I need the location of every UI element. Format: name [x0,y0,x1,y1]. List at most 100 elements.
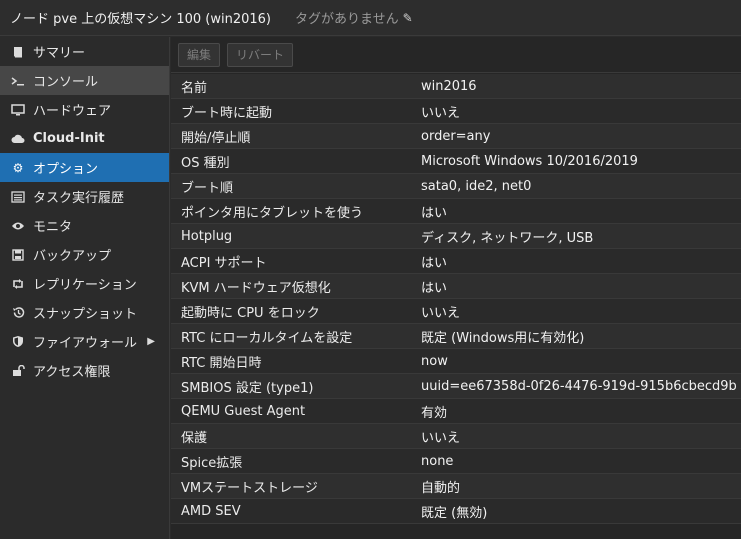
option-value: はい [421,255,448,271]
option-value: sata0, ide2, net0 [421,178,532,194]
toolbar: 編集 リバート [171,37,741,73]
option-row-kvm[interactable]: KVM ハードウェア仮想化 はい [171,274,741,299]
sidebar-item-label: Cloud-Init [33,131,105,146]
option-row-tablet[interactable]: ポインタ用にタブレットを使う はい [171,199,741,224]
chevron-right-icon[interactable]: ▶ [147,336,155,347]
option-row-ostype[interactable]: OS 種別 Microsoft Windows 10/2016/2019 [171,149,741,174]
gear-icon: ⚙ [12,160,24,175]
option-key: AMD SEV [181,503,241,519]
option-key: OS 種別 [181,155,230,171]
option-key: 開始/停止順 [181,130,251,146]
option-key: KVM ハードウェア仮想化 [181,280,331,296]
monitor-icon [10,103,26,116]
option-value: 既定 (Windows用に有効化) [421,330,585,346]
option-value: ディスク, ネットワーク, USB [421,230,594,246]
sidebar-item-replication[interactable]: レプリケーション [0,269,169,298]
sidebar-item-label: オプション [33,162,99,177]
option-row-startdate[interactable]: RTC 開始日時 now [171,349,741,374]
edit-button[interactable]: 編集 [178,42,221,67]
option-value: order=any [421,128,491,144]
option-row-freeze[interactable]: 起動時に CPU をロック いいえ [171,299,741,324]
pencil-icon[interactable]: ✎ [403,11,413,25]
option-key: Hotplug [181,228,233,244]
option-value: はい [421,205,448,221]
option-value: 有効 [421,405,448,421]
sidebar-item-task-history[interactable]: タスク実行履歴 [0,182,169,211]
sidebar-item-label: スナップショット [33,307,138,322]
sidebar-item-firewall[interactable]: ファイアウォール ▶ [0,327,169,356]
option-value: はい [421,280,448,296]
option-key: Spice拡張 [181,455,243,471]
option-value: now [421,353,448,369]
sidebar-item-label: ハードウェア [33,104,112,119]
option-row-protection[interactable]: 保護 いいえ [171,424,741,449]
sidebar-item-label: サマリー [33,46,86,61]
option-row-vmstate[interactable]: VMステートストレージ 自動的 [171,474,741,499]
sidebar-item-label: モニタ [33,220,73,235]
list-icon [10,190,26,203]
option-key: 起動時に CPU をロック [181,305,320,321]
option-key: QEMU Guest Agent [181,403,306,419]
option-key: SMBIOS 設定 (type1) [181,380,314,396]
option-value: uuid=ee67358d-0f26-4476-919d-915b6cbecd9… [421,378,737,394]
option-value: 既定 (無効) [421,505,488,521]
option-key: VMステートストレージ [181,480,318,496]
sidebar-item-monitor[interactable]: モニタ [0,211,169,240]
option-value: いいえ [421,430,461,446]
option-row-acpi[interactable]: ACPI サポート はい [171,249,741,274]
terminal-icon [10,75,26,87]
sidebar-item-label: アクセス権限 [33,365,111,380]
title-bar: ノード pve 上の仮想マシン 100 (win2016) タグがありません ✎ [0,0,741,36]
sidebar: サマリー コンソール ハードウェア Cloud-Init ⚙ オプション タスク… [0,37,170,539]
sidebar-item-label: タスク実行履歴 [33,191,125,206]
sidebar-item-hardware[interactable]: ハードウェア [0,95,169,124]
book-icon [10,46,26,58]
page-title: ノード pve 上の仮想マシン 100 (win2016) [10,12,271,27]
option-row-boot-order[interactable]: ブート順 sata0, ide2, net0 [171,174,741,199]
option-row-name[interactable]: 名前 win2016 [171,74,741,99]
option-row-smbios[interactable]: SMBIOS 設定 (type1) uuid=ee67358d-0f26-4476… [171,374,741,399]
option-key: ポインタ用にタブレットを使う [181,205,364,221]
sidebar-item-label: レプリケーション [33,278,137,293]
history-icon [10,306,26,319]
option-value: win2016 [421,78,477,94]
floppy-icon [10,248,26,261]
option-key: RTC にローカルタイムを設定 [181,330,353,346]
option-value: Microsoft Windows 10/2016/2019 [421,153,638,169]
option-row-localtime[interactable]: RTC にローカルタイムを設定 既定 (Windows用に有効化) [171,324,741,349]
sidebar-item-console[interactable]: コンソール [0,66,169,95]
sidebar-item-label: ファイアウォール [33,336,138,351]
option-row-onboot[interactable]: ブート時に起動 いいえ [171,99,741,124]
option-value: 自動的 [421,480,461,496]
option-row-amd-sev[interactable]: AMD SEV 既定 (無効) [171,499,741,524]
option-key: 名前 [181,80,208,96]
option-row-startup[interactable]: 開始/停止順 order=any [171,124,741,149]
option-value: いいえ [421,305,461,321]
option-key: ブート時に起動 [181,105,273,121]
unlock-icon [10,364,26,377]
cloud-icon [10,133,26,144]
eye-icon [10,221,26,231]
option-value: none [421,453,454,469]
tags-area[interactable]: タグがありません ✎ [295,8,413,28]
sidebar-item-cloud-init[interactable]: Cloud-Init [0,124,169,153]
sidebar-item-summary[interactable]: サマリー [0,37,169,66]
sidebar-item-backup[interactable]: バックアップ [0,240,169,269]
sidebar-item-label: コンソール [33,75,99,90]
option-key: 保護 [181,430,208,446]
option-key: RTC 開始日時 [181,355,262,371]
options-grid: 名前 win2016 ブート時に起動 いいえ 開始/停止順 order=any OS … [171,74,741,524]
revert-button[interactable]: リバート [227,42,294,67]
option-key: ACPI サポート [181,255,267,271]
option-row-agent[interactable]: QEMU Guest Agent 有効 [171,399,741,424]
option-key: ブート順 [181,180,234,196]
sidebar-item-label: バックアップ [33,249,112,264]
sidebar-item-permissions[interactable]: アクセス権限 [0,356,169,385]
shield-icon [10,335,26,348]
option-row-spice[interactable]: Spice拡張 none [171,449,741,474]
sidebar-item-snapshot[interactable]: スナップショット [0,298,169,327]
option-row-hotplug[interactable]: Hotplug ディスク, ネットワーク, USB [171,224,741,249]
sidebar-item-options[interactable]: ⚙ オプション [0,153,169,182]
options-panel: 編集 リバート 名前 win2016 ブート時に起動 いいえ 開始/停止順 order… [171,37,741,539]
tags-label: タグがありません [295,12,399,27]
